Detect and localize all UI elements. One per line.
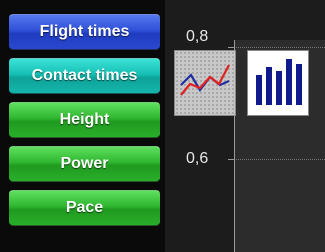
line-chart-button[interactable] [174, 50, 236, 116]
metric-sidebar: Flight times Contact times Height Power … [0, 0, 165, 252]
bar-chart-icon [256, 59, 302, 105]
power-button[interactable]: Power [9, 146, 160, 182]
height-button[interactable]: Height [9, 102, 160, 138]
flight-times-button[interactable]: Flight times [9, 14, 160, 50]
pace-button[interactable]: Pace [9, 190, 160, 226]
gridline-bottom [236, 159, 325, 160]
contact-times-button[interactable]: Contact times [9, 58, 160, 94]
y-tick-mark [228, 47, 234, 48]
app-window: Flight times Contact times Height Power … [0, 0, 325, 252]
y-tick-mark [228, 159, 234, 160]
y-tick-label-bottom: 0,6 [186, 150, 209, 167]
line-chart-icon [180, 64, 230, 96]
y-tick-label-top: 0,8 [186, 28, 209, 45]
gridline-top [236, 47, 325, 48]
bar-chart-button[interactable] [247, 50, 309, 116]
